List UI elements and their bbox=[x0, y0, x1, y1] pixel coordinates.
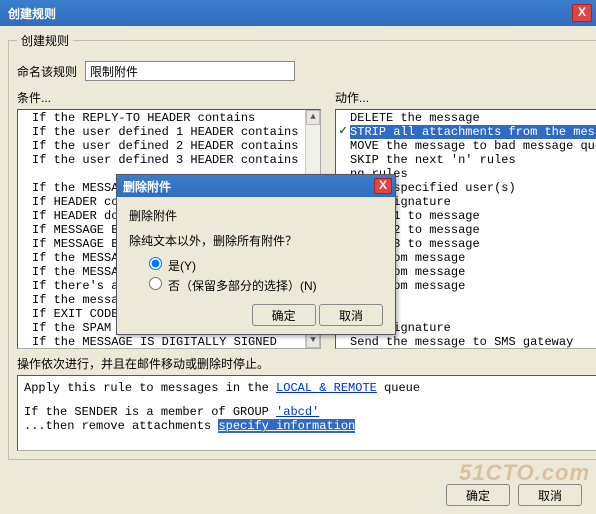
dialog-ok-button[interactable]: 确定 bbox=[252, 304, 316, 326]
scroll-up-icon[interactable]: ▲ bbox=[306, 110, 320, 125]
operations-box: Apply this rule to messages in the LOCAL… bbox=[17, 375, 596, 451]
watermark: 51CTO.com bbox=[459, 460, 590, 486]
ok-button[interactable]: 确定 bbox=[446, 484, 510, 506]
ops-line-2: If the SENDER is a member of GROUP 'abcd… bbox=[24, 405, 596, 419]
radio-group: 是(Y) 否（保留多部分的选择）(N) bbox=[149, 257, 383, 294]
window-titlebar: 创建规则 X bbox=[0, 0, 596, 26]
list-item-label: If the user defined 1 HEADER contains bbox=[32, 125, 320, 139]
list-item[interactable]: If the user defined 1 HEADER contains bbox=[18, 125, 320, 139]
window-content: 创建规则 命名该规则 条件... If the REPLY-TO HEADER … bbox=[0, 26, 596, 514]
specify-link[interactable]: specify information bbox=[218, 419, 355, 433]
radio-no[interactable]: 否（保留多部分的选择）(N) bbox=[149, 277, 383, 294]
radio-no-input[interactable] bbox=[149, 277, 162, 290]
ops-line-1: Apply this rule to messages in the LOCAL… bbox=[24, 381, 596, 395]
scroll-down-icon[interactable]: ▼ bbox=[306, 333, 320, 348]
dialog-cancel-button[interactable]: 取消 bbox=[319, 304, 383, 326]
ops-line-3: ...then remove attachments specify infor… bbox=[24, 419, 596, 433]
close-icon[interactable]: X bbox=[374, 178, 392, 194]
dialog-question: 除纯文本以外，删除所有附件？ bbox=[129, 232, 383, 249]
list-item[interactable]: If the MESSAGE IS DIGITALLY SIGNED bbox=[18, 335, 320, 349]
dialog-titlebar: 删除附件 X bbox=[117, 175, 395, 197]
list-item-label: If the user defined 3 HEADER contains bbox=[32, 153, 320, 167]
list-item-label: DELETE the message bbox=[350, 111, 596, 125]
list-item[interactable]: SKIP the next 'n' rules bbox=[336, 153, 596, 167]
fieldset-legend: 创建规则 bbox=[17, 32, 73, 49]
list-item[interactable]: MOVE the message to bad message queue bbox=[336, 139, 596, 153]
group-link[interactable]: 'abcd' bbox=[276, 405, 319, 419]
cancel-button[interactable]: 取消 bbox=[518, 484, 582, 506]
list-item[interactable]: DELETE the message bbox=[336, 111, 596, 125]
rule-name-input[interactable] bbox=[85, 61, 295, 81]
list-item[interactable]: Send the message to SMS gateway bbox=[336, 335, 596, 349]
list-item-label: If the REPLY-TO HEADER contains bbox=[32, 111, 320, 125]
conditions-label: 条件... bbox=[17, 89, 321, 106]
window-title: 创建规则 bbox=[8, 5, 572, 22]
list-item[interactable]: If the REPLY-TO HEADER contains bbox=[18, 111, 320, 125]
list-item-label: SKIP the next 'n' rules bbox=[350, 153, 596, 167]
list-item-label: MOVE the message to bad message queue bbox=[350, 139, 596, 153]
radio-yes[interactable]: 是(Y) bbox=[149, 257, 383, 274]
operations-label: 操作依次进行，并且在邮件移动或删除时停止。 bbox=[17, 355, 596, 372]
dialog-title: 删除附件 bbox=[123, 178, 374, 195]
list-item[interactable]: If the user defined 3 HEADER contains bbox=[18, 153, 320, 167]
delete-attachment-dialog: 删除附件 X 删除附件 除纯文本以外，删除所有附件？ 是(Y) 否（保留多部分的… bbox=[116, 174, 396, 335]
list-item[interactable]: ✓STRIP all attachments from the message bbox=[336, 125, 596, 139]
dialog-heading: 删除附件 bbox=[129, 207, 383, 224]
close-icon[interactable]: X bbox=[572, 4, 592, 22]
list-item-label: STRIP all attachments from the message bbox=[350, 125, 596, 139]
list-item-label: Send the message to SMS gateway bbox=[350, 335, 596, 349]
actions-label: 动作... bbox=[335, 89, 596, 106]
list-item[interactable]: If the user defined 2 HEADER contains bbox=[18, 139, 320, 153]
radio-yes-input[interactable] bbox=[149, 257, 162, 270]
queue-link[interactable]: LOCAL & REMOTE bbox=[276, 381, 377, 395]
list-item-label: If the MESSAGE IS DIGITALLY SIGNED bbox=[32, 335, 320, 349]
checkbox-icon[interactable]: ✓ bbox=[336, 125, 350, 139]
name-label: 命名该规则 bbox=[17, 63, 77, 80]
list-item-label: If the user defined 2 HEADER contains bbox=[32, 139, 320, 153]
